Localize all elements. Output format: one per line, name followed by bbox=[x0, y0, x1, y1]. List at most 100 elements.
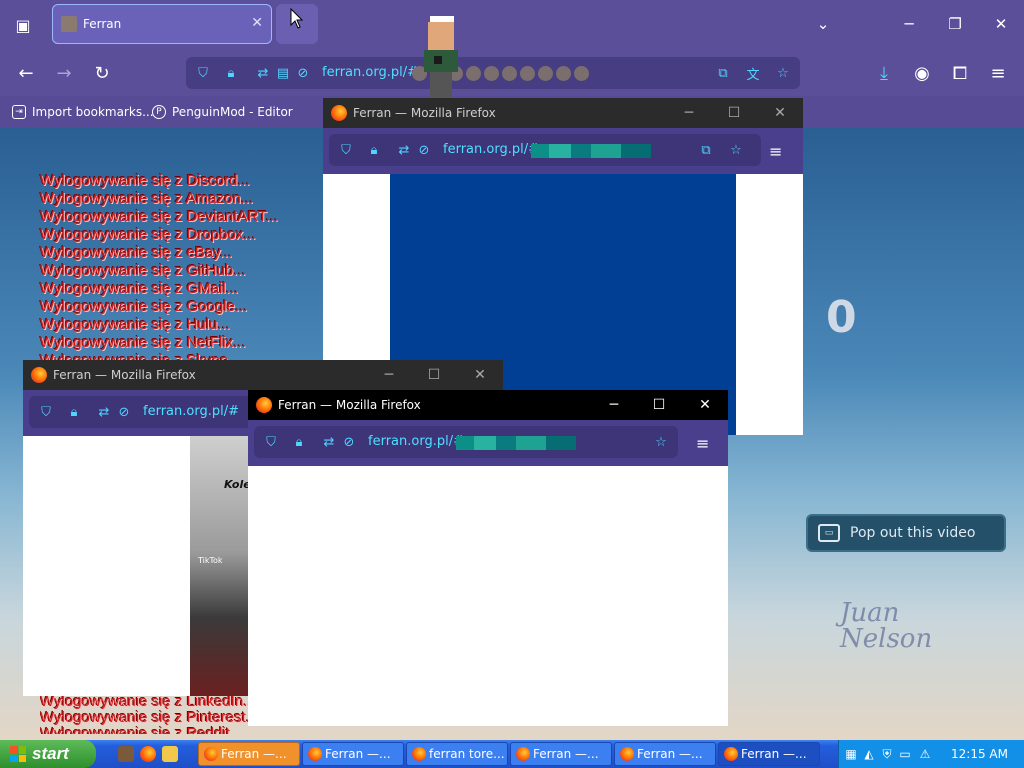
start-button[interactable]: start bbox=[0, 740, 96, 768]
logout-message: Wylogowywanie się z Google... bbox=[40, 298, 248, 315]
display-icon[interactable]: ▭ bbox=[897, 746, 913, 762]
firefox-icon bbox=[256, 397, 272, 413]
extensions-icon[interactable]: ⧠ bbox=[948, 62, 972, 84]
tab-title: Ferran bbox=[83, 17, 122, 31]
maximize-button[interactable]: ☐ bbox=[720, 104, 748, 122]
taskbar-item[interactable]: Ferran —... bbox=[198, 742, 300, 766]
minimize-button[interactable]: ─ bbox=[600, 396, 628, 414]
tab-list-icon[interactable]: ▣ bbox=[10, 14, 36, 36]
permissions-icon[interactable]: ⇄ bbox=[254, 64, 272, 82]
back-icon[interactable]: ← bbox=[14, 62, 38, 84]
signature-logo: Juan Nelson bbox=[840, 598, 933, 654]
url-bar[interactable]: ⛉ 🔒︎ ⇄ ▤ ⊘ ferran.org.pl/# ⧉ 文 ☆ bbox=[186, 57, 800, 89]
logout-message: Wylogowywanie się z Reddit... bbox=[40, 725, 243, 735]
volume-icon[interactable]: ◭ bbox=[861, 746, 877, 762]
autoplay-icon[interactable]: ▤ bbox=[274, 64, 292, 82]
star-icon[interactable]: ☆ bbox=[652, 433, 670, 451]
popup-title-bar[interactable]: Ferran — Mozilla Firefox ─ ☐ ✕ bbox=[23, 360, 503, 390]
lock-icon[interactable]: 🔒︎ bbox=[222, 64, 240, 82]
pop-out-video-button[interactable]: ▭ Pop out this video bbox=[806, 514, 1006, 552]
firefox-icon bbox=[724, 747, 738, 761]
shield-icon[interactable]: ⛉ bbox=[194, 64, 212, 82]
lock-icon[interactable]: 🔒︎ bbox=[365, 141, 383, 159]
star-icon[interactable]: ☆ bbox=[727, 141, 745, 159]
firefox-icon bbox=[620, 747, 634, 761]
folder-icon[interactable] bbox=[162, 746, 178, 762]
url-text: ferran.org.pl/# bbox=[322, 65, 418, 80]
download-icon[interactable]: ⤓ bbox=[872, 62, 896, 84]
logout-message: Wylogowywanie się z DeviantART... bbox=[40, 208, 279, 225]
popup-url-bar[interactable]: ⛉ 🔒︎ ⇄ ⊘ ferran.org.pl/# ⧉ ☆ bbox=[329, 134, 761, 166]
bookmark-import[interactable]: ⇥ Import bookmarks... bbox=[12, 105, 154, 119]
taskbar-item[interactable]: Ferran —... bbox=[614, 742, 716, 766]
tab-bar: ▣ Ferran ✕ ⌄ ─ ❐ ✕ bbox=[0, 0, 1024, 50]
security-shield-icon[interactable]: ⛨ bbox=[879, 746, 895, 762]
pip-icon[interactable]: ⧉ bbox=[697, 141, 715, 159]
minimize-button[interactable]: ─ bbox=[675, 104, 703, 122]
tab-ferran[interactable]: Ferran ✕ bbox=[52, 4, 272, 44]
close-button[interactable]: ✕ bbox=[766, 104, 794, 122]
firefox-icon bbox=[516, 747, 530, 761]
tracking-icon[interactable]: ⊘ bbox=[340, 433, 358, 451]
close-window-button[interactable]: ✕ bbox=[986, 12, 1016, 36]
popup-nav-bar: ⛉ 🔒︎ ⇄ ⊘ ferran.org.pl/# ⧉ ☆ ≡ bbox=[323, 128, 803, 174]
close-button[interactable]: ✕ bbox=[691, 396, 719, 414]
taskbar-item[interactable]: ferran tore... bbox=[406, 742, 508, 766]
pip-icon[interactable]: ⧉ bbox=[714, 64, 732, 82]
shield-icon[interactable]: ⛉ bbox=[337, 141, 355, 159]
firefox-icon bbox=[308, 747, 322, 761]
quicklaunch-app-icon[interactable] bbox=[118, 746, 134, 762]
permissions-icon[interactable]: ⇄ bbox=[320, 433, 338, 451]
forward-icon[interactable]: → bbox=[52, 62, 76, 84]
bookmark-penguinmod[interactable]: P PenguinMod - Editor bbox=[152, 105, 293, 119]
chevron-down-icon[interactable]: ⌄ bbox=[808, 12, 838, 36]
maximize-button[interactable]: ☐ bbox=[420, 366, 448, 384]
windows-logo-icon bbox=[10, 746, 26, 762]
minimize-button[interactable]: ─ bbox=[894, 12, 924, 36]
menu-icon[interactable]: ≡ bbox=[986, 62, 1010, 84]
popup-title-bar[interactable]: Ferran — Mozilla Firefox ─ ☐ ✕ bbox=[248, 390, 728, 420]
permissions-icon[interactable]: ⇄ bbox=[95, 403, 113, 421]
popup-url-bar[interactable]: ⛉ 🔒︎ ⇄ ⊘ ferran.org.pl/# ☆ bbox=[254, 426, 678, 458]
popup-title-bar[interactable]: Ferran — Mozilla Firefox ─ ☐ ✕ bbox=[323, 98, 803, 128]
logout-message: Wylogowywanie się z GMail... bbox=[40, 280, 239, 297]
tracking-icon[interactable]: ⊘ bbox=[415, 141, 433, 159]
firefox-icon bbox=[412, 747, 426, 761]
system-tray: ▦ ◭ ⛨ ▭ ⚠ 12:15 AM bbox=[838, 740, 1024, 768]
tracking-icon[interactable]: ⊘ bbox=[294, 64, 312, 82]
pixel-character-sprite bbox=[424, 16, 458, 100]
connection-warning-icon[interactable]: ⚠ bbox=[917, 746, 933, 762]
tracking-icon[interactable]: ⊘ bbox=[115, 403, 133, 421]
penguinmod-icon: P bbox=[152, 105, 166, 119]
logout-message: Wylogowywanie się z Pinterest... bbox=[40, 709, 250, 726]
taskbar-item[interactable]: Ferran —... bbox=[718, 742, 820, 766]
network-icon[interactable]: ▦ bbox=[843, 746, 859, 762]
close-tab-icon[interactable]: ✕ bbox=[251, 15, 263, 31]
permissions-icon[interactable]: ⇄ bbox=[395, 141, 413, 159]
lock-icon[interactable]: 🔒︎ bbox=[290, 433, 308, 451]
lock-icon[interactable]: 🔒︎ bbox=[65, 403, 83, 421]
shield-icon[interactable]: ⛉ bbox=[262, 433, 280, 451]
hash-waveform bbox=[456, 436, 576, 450]
nav-bar: ← → ↻ ⛉ 🔒︎ ⇄ ▤ ⊘ ferran.org.pl/# ⧉ 文 ☆ ⤓… bbox=[0, 50, 1024, 96]
shield-icon[interactable]: ⛉ bbox=[37, 403, 55, 421]
star-icon[interactable]: ☆ bbox=[774, 64, 792, 82]
popup-nav-bar: ⛉ 🔒︎ ⇄ ⊘ ferran.org.pl/# ☆ ≡ bbox=[248, 420, 728, 466]
taskbar-item[interactable]: Ferran —... bbox=[302, 742, 404, 766]
close-button[interactable]: ✕ bbox=[466, 366, 494, 384]
reload-icon[interactable]: ↻ bbox=[90, 62, 114, 84]
firefox-icon bbox=[331, 105, 347, 121]
translate-icon[interactable]: 文 bbox=[744, 64, 762, 83]
restore-button[interactable]: ❐ bbox=[940, 12, 970, 36]
taskbar-item[interactable]: Ferran —... bbox=[510, 742, 612, 766]
menu-icon[interactable]: ≡ bbox=[769, 142, 782, 161]
maximize-button[interactable]: ☐ bbox=[645, 396, 673, 414]
clock: 12:15 AM bbox=[951, 747, 1008, 761]
menu-icon[interactable]: ≡ bbox=[696, 434, 709, 453]
logout-message: Wylogowywanie się z Amazon... bbox=[40, 190, 254, 207]
firefox-quicklaunch-icon[interactable] bbox=[140, 746, 156, 762]
popup-window-3[interactable]: Ferran — Mozilla Firefox ─ ☐ ✕ ⛉ 🔒︎ ⇄ ⊘ … bbox=[248, 390, 728, 726]
account-icon[interactable]: ◉ bbox=[910, 62, 934, 84]
firefox-icon bbox=[31, 367, 47, 383]
minimize-button[interactable]: ─ bbox=[375, 366, 403, 384]
